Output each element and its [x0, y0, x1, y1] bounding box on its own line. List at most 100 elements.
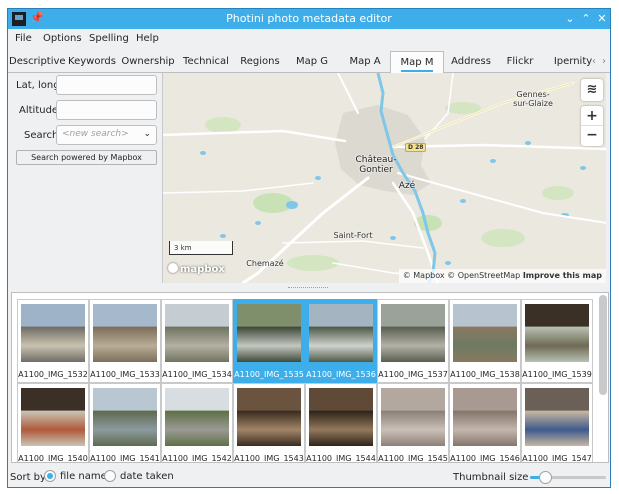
sort-by-label: Sort by	[10, 472, 46, 483]
tab-map-a[interactable]: Map A	[339, 51, 391, 73]
tab-map-m-label: Map M	[400, 57, 434, 68]
map-label-chemaze: Chemazé	[246, 259, 284, 268]
thumbnail-item[interactable]: A1100_IMG_1543	[233, 383, 305, 463]
thumbnail-item[interactable]: A1100_IMG_1533	[89, 299, 161, 383]
thumbnail-image	[165, 304, 229, 362]
road-badge: D 28	[405, 143, 427, 152]
search-label: Search	[24, 130, 59, 141]
thumbnail-image	[21, 388, 85, 446]
tab-ipernity[interactable]: Ipernity	[553, 51, 593, 73]
tab-flickr[interactable]: Flickr	[498, 51, 542, 73]
thumbnail-item[interactable]: A1100_IMG_1547	[521, 383, 593, 462]
menu-spelling[interactable]: Spelling	[89, 33, 129, 44]
layers-icon[interactable]: ≋	[581, 79, 603, 101]
window-title: Photini photo metadata editor	[226, 12, 392, 25]
chevron-down-icon: ⌄	[143, 129, 151, 139]
mapbox-logo-icon	[168, 263, 178, 273]
title-bar: 📌 Photini photo metadata editor ⌄ ⌃ ✕	[8, 9, 610, 29]
thumbnail-caption: A1100_IMG_1540	[18, 454, 88, 463]
tab-scroll-right-icon[interactable]: ›	[602, 56, 606, 67]
main-window: 📌 Photini photo metadata editor ⌄ ⌃ ✕ Fi…	[7, 8, 611, 488]
search-placeholder: <new search>	[62, 129, 129, 139]
splitter-handle[interactable]	[8, 285, 610, 291]
thumbnail-caption: A1100_IMG_1541	[90, 454, 160, 463]
thumbnail-caption: A1100_IMG_1545	[378, 454, 448, 463]
thumbnail-item[interactable]: A1100_IMG_1546	[449, 383, 521, 463]
tab-descriptive[interactable]: Descriptive	[9, 51, 66, 73]
thumbnail-grid[interactable]: A1100_IMG_1532 A1100_IMG_1533 A1100_IMG_15…	[11, 292, 609, 463]
thumbnail-item[interactable]: A1100_IMG_1535	[233, 299, 305, 383]
search-combo[interactable]: <new search> ⌄	[56, 125, 157, 145]
thumbnail-item[interactable]: A1100_IMG_1544	[305, 383, 377, 463]
slider-handle[interactable]	[539, 471, 553, 484]
thumbnail-caption: A1100_IMG_1537	[378, 370, 448, 379]
menu-help[interactable]: Help	[136, 33, 159, 44]
thumbnail-image	[93, 388, 157, 446]
thumbnail-caption: A1100_IMG_1532	[18, 370, 88, 379]
sort-date-radio[interactable]	[104, 470, 116, 482]
menu-bar: File Options Spelling Help	[8, 29, 610, 51]
tab-ownership[interactable]: Ownership	[119, 51, 177, 73]
thumbnail-caption: A1100_IMG_1533	[90, 370, 160, 379]
map-attribution: © Mapbox © OpenStreetMap Improve this ma…	[398, 269, 606, 283]
close-icon[interactable]: ✕	[595, 11, 609, 26]
thumbnail-caption: A1100_IMG_1546	[450, 454, 520, 463]
thumbnail-image	[525, 304, 589, 362]
thumbnail-caption: A1100_IMG_1538	[450, 370, 520, 379]
thumbnail-item[interactable]: A1100_IMG_1545	[377, 383, 449, 463]
thumbnail-caption: A1100_IMG_1543	[234, 454, 304, 463]
thumbnail-item[interactable]: A1100_IMG_1532	[17, 299, 89, 383]
map-label-aze: Azé	[398, 181, 416, 191]
thumbnail-item[interactable]: A1100_IMG_1541	[89, 383, 161, 463]
thumbnail-image	[309, 388, 373, 446]
thumbnail-caption: A1100_IMG_1544	[306, 454, 376, 463]
latlong-input[interactable]	[56, 75, 157, 95]
map-view[interactable]: D 28 Gennes- sur-Glaize Château- Gontier…	[162, 73, 606, 283]
thumbnail-image	[21, 304, 85, 362]
menu-options[interactable]: Options	[43, 33, 82, 44]
altitude-input[interactable]	[56, 100, 157, 120]
thumbnail-scrollbar[interactable]	[599, 295, 607, 395]
thumbnail-item[interactable]: A1100_IMG_1542	[161, 383, 233, 462]
thumbnail-image	[93, 304, 157, 362]
maximize-icon[interactable]: ⌃	[579, 11, 593, 26]
mapbox-logo[interactable]: mapbox	[168, 263, 225, 275]
thumbnail-item[interactable]: A1100_IMG_1537	[377, 299, 449, 383]
sort-filename-radio[interactable]	[44, 470, 56, 482]
thumbnail-item[interactable]: A1100_IMG_1536	[305, 299, 377, 383]
tab-address[interactable]: Address	[445, 51, 497, 73]
thumbnail-image	[381, 388, 445, 446]
mapbox-logo-text: mapbox	[180, 264, 225, 275]
thumbnail-item[interactable]: A1100_IMG_1540	[17, 383, 89, 463]
thumbnail-image	[525, 388, 589, 446]
menu-file[interactable]: File	[15, 33, 32, 44]
sort-filename-label[interactable]: file name	[60, 471, 107, 482]
zoom-out-button[interactable]: −	[581, 126, 603, 146]
thumbnail-caption: A1100_IMG_1539	[522, 370, 592, 379]
tab-keywords[interactable]: Keywords	[66, 51, 118, 73]
zoom-in-button[interactable]: +	[581, 106, 603, 126]
thumbnail-item[interactable]: A1100_IMG_1538	[449, 299, 521, 383]
thumbnail-image	[309, 304, 373, 362]
thumbnail-item[interactable]: A1100_IMG_1534	[161, 299, 233, 383]
altitude-label: Altitude	[19, 105, 59, 116]
tab-technical[interactable]: Technical	[178, 51, 234, 73]
search-powered-button[interactable]: Search powered by Mapbox	[16, 150, 157, 165]
sort-date-label[interactable]: date taken	[120, 471, 174, 482]
active-tab-indicator	[401, 70, 433, 72]
thumbnail-item[interactable]: A1100_IMG_1539	[521, 299, 593, 383]
bottom-bar: Sort by file name date taken Thumbnail s…	[8, 467, 610, 487]
thumbnail-image	[453, 388, 517, 446]
tab-regions[interactable]: Regions	[235, 51, 285, 73]
map-scale: 3 km	[169, 241, 233, 255]
improve-map-link[interactable]: Improve this map	[523, 271, 602, 280]
thumbnail-image	[453, 304, 517, 362]
attribution-osm-link[interactable]: © OpenStreetMap	[447, 271, 520, 280]
tab-scroll-left-icon[interactable]: ‹	[592, 56, 596, 67]
minimize-icon[interactable]: ⌄	[563, 11, 577, 26]
thumbnail-image	[381, 304, 445, 362]
map-label-gennes: Gennes- sur-Glaize	[513, 90, 553, 108]
tab-map-m[interactable]: Map M	[390, 51, 444, 74]
tab-map-g[interactable]: Map G	[286, 51, 338, 73]
attribution-mapbox-link[interactable]: © Mapbox	[403, 271, 445, 280]
